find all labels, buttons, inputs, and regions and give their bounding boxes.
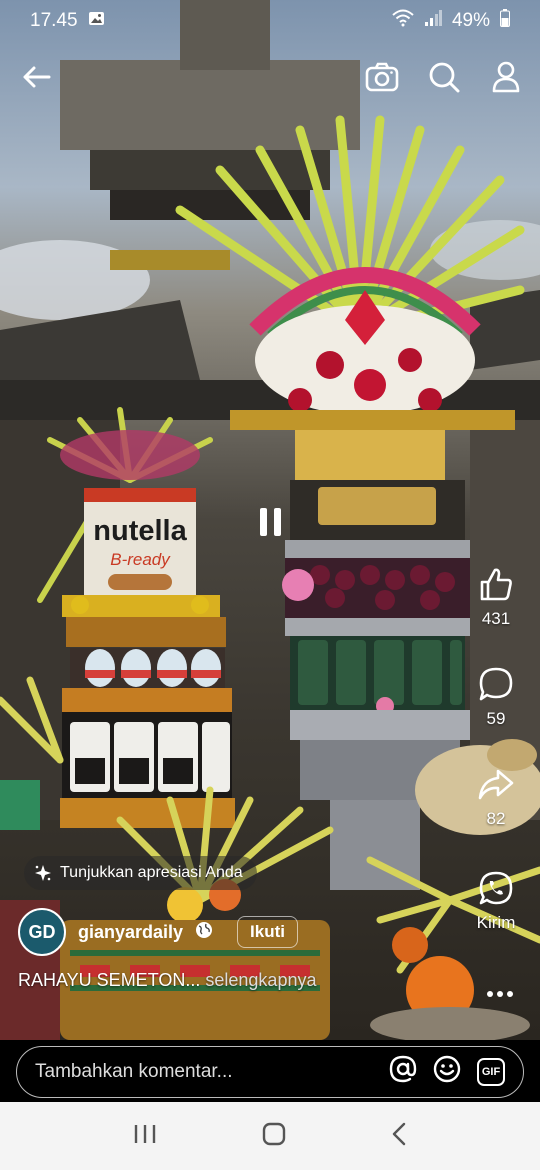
- mention-button[interactable]: [389, 1055, 417, 1089]
- pause-button[interactable]: [254, 508, 286, 540]
- like-count: 431: [481, 609, 511, 628]
- profile-button[interactable]: [484, 52, 528, 102]
- camera-button[interactable]: [360, 52, 404, 102]
- caption-text: RAHAYU SEMETON...: [18, 970, 201, 990]
- comment-placeholder: Tambahkan komentar...: [35, 1061, 233, 1082]
- globe-icon: [195, 921, 213, 944]
- gallery-notification-icon: [88, 10, 105, 33]
- signal-icon: [424, 9, 442, 33]
- wifi-icon: [392, 9, 414, 33]
- chevron-left-icon: [393, 1122, 406, 1145]
- comment-count: 59: [486, 709, 506, 728]
- emoji-button[interactable]: [433, 1055, 461, 1089]
- nutella-subtitle-text: B-ready: [110, 550, 171, 569]
- smiley-icon: [433, 1055, 461, 1083]
- caption[interactable]: RAHAYU SEMETON... selengkapnya: [18, 970, 316, 991]
- sparkle-icon: [35, 865, 51, 881]
- caption-more-link[interactable]: selengkapnya: [205, 970, 316, 990]
- search-icon: [429, 62, 460, 93]
- gif-button[interactable]: GIF: [477, 1058, 505, 1086]
- camera-icon: [365, 62, 399, 92]
- follow-button[interactable]: Ikuti: [237, 916, 298, 948]
- avatar-initials: GD: [28, 921, 56, 942]
- battery-icon: [500, 9, 510, 33]
- pause-icon-bar-left: [259, 508, 267, 536]
- more-options-button[interactable]: [486, 978, 514, 1004]
- recent-apps-icon: [134, 1124, 155, 1143]
- nutella-brand-text: nutella: [93, 515, 187, 547]
- battery-percent: 49%: [451, 10, 490, 31]
- three-dots-icon: [487, 991, 513, 997]
- whatsapp-icon: [479, 871, 513, 905]
- home-button[interactable]: [262, 1122, 286, 1151]
- pause-icon-bar-right: [273, 508, 281, 536]
- comment-bar: Tambahkan komentar... GIF: [0, 1040, 540, 1102]
- status-time: 17.45: [30, 10, 78, 31]
- person-icon: [492, 61, 520, 93]
- like-action[interactable]: 431: [466, 566, 526, 629]
- share-count: 82: [486, 809, 506, 828]
- comment-input[interactable]: Tambahkan komentar... GIF: [16, 1046, 524, 1098]
- username[interactable]: gianyardaily: [78, 922, 183, 943]
- home-icon: [262, 1122, 286, 1145]
- comment-bubble-icon: [479, 667, 513, 701]
- arrow-left-icon: [23, 66, 51, 88]
- whatsapp-send-action[interactable]: Kirim: [466, 870, 526, 933]
- search-button[interactable]: [422, 52, 466, 102]
- comment-action[interactable]: 59: [466, 666, 526, 729]
- share-action[interactable]: 82: [466, 768, 526, 829]
- whatsapp-label: Kirim: [476, 913, 516, 932]
- share-arrow-icon: [478, 769, 514, 800]
- top-bar: [0, 52, 540, 102]
- back-button[interactable]: [14, 52, 58, 102]
- at-sign-icon: [389, 1055, 417, 1083]
- back-nav-button[interactable]: [391, 1122, 407, 1151]
- avatar[interactable]: GD: [18, 908, 66, 956]
- gif-label: GIF: [481, 1066, 501, 1078]
- appreciation-button[interactable]: Tunjukkan apresiasi Anda: [24, 856, 257, 890]
- system-nav-bar: [0, 1102, 540, 1170]
- author-row: GD gianyardaily Ikuti: [18, 908, 298, 956]
- thumbs-up-icon: [480, 568, 512, 601]
- appreciation-text: Tunjukkan apresiasi Anda: [60, 864, 243, 881]
- recent-apps-button[interactable]: [133, 1123, 157, 1150]
- status-bar: 17.45 49%: [0, 0, 540, 42]
